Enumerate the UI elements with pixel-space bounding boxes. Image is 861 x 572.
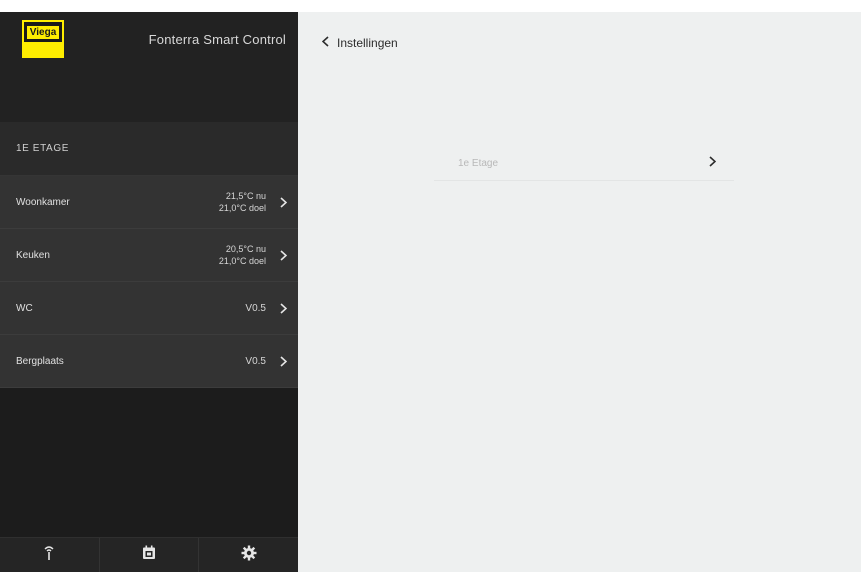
app-title: Fonterra Smart Control bbox=[148, 31, 286, 47]
room-current-temp: 20,5°C nu bbox=[225, 244, 266, 254]
gear-icon bbox=[241, 545, 257, 566]
room-row-woonkamer[interactable]: Woonkamer 21,5°C nu 21,0°C doel bbox=[0, 176, 298, 229]
chevron-left-icon bbox=[321, 34, 329, 52]
room-temperatures: 21,5°C nu 21,0°C doel bbox=[219, 190, 266, 214]
room-row-bergplaats[interactable]: Bergplaats V0.5 bbox=[0, 335, 298, 388]
room-row-wc[interactable]: WC V0.5 bbox=[0, 282, 298, 335]
list-item-label: 1e Etage bbox=[458, 157, 499, 169]
floor-label: 1E ETAGE bbox=[0, 122, 298, 176]
app-window: Viega Fonterra Smart Control 1E ETAGE Wo… bbox=[0, 12, 861, 572]
room-name: Bergplaats bbox=[16, 355, 64, 367]
chevron-right-icon bbox=[709, 154, 717, 172]
room-name: WC bbox=[16, 302, 33, 314]
room-target-temp: 21,0°C doel bbox=[218, 256, 266, 266]
logo-text: Viega bbox=[26, 25, 60, 39]
tab-connection[interactable] bbox=[0, 538, 100, 572]
room-temperatures: 20,5°C nu 21,0°C doel bbox=[219, 243, 266, 267]
room-row-keuken[interactable]: Keuken 20,5°C nu 21,0°C doel bbox=[0, 229, 298, 282]
bottom-tab-bar bbox=[0, 537, 298, 572]
chevron-right-icon bbox=[278, 354, 288, 368]
antenna-icon bbox=[42, 545, 56, 566]
room-name: Keuken bbox=[16, 249, 50, 261]
sidebar-header: Viega Fonterra Smart Control bbox=[0, 12, 298, 66]
back-label: Instellingen bbox=[337, 36, 398, 50]
chevron-right-icon bbox=[278, 301, 288, 315]
room-name: Woonkamer bbox=[16, 196, 70, 208]
room-value: V0.5 bbox=[245, 302, 266, 314]
sidebar-spacer bbox=[0, 66, 298, 122]
chevron-right-icon bbox=[278, 195, 288, 209]
main-panel: Instellingen 1e Etage bbox=[298, 12, 861, 572]
room-current-temp: 21,5°C nu bbox=[225, 191, 266, 201]
tab-calendar[interactable] bbox=[100, 538, 200, 572]
viega-logo: Viega bbox=[22, 20, 64, 58]
tab-settings[interactable] bbox=[199, 538, 298, 572]
logo-plate: Viega bbox=[24, 22, 62, 42]
list-item-1e-etage[interactable]: 1e Etage bbox=[434, 146, 734, 181]
sidebar: Viega Fonterra Smart Control 1E ETAGE Wo… bbox=[0, 12, 298, 572]
room-value: V0.5 bbox=[245, 355, 266, 367]
back-button[interactable]: Instellingen bbox=[321, 34, 398, 52]
chevron-right-icon bbox=[278, 248, 288, 262]
calendar-icon bbox=[142, 545, 156, 565]
room-target-temp: 21,0°C doel bbox=[218, 203, 266, 213]
